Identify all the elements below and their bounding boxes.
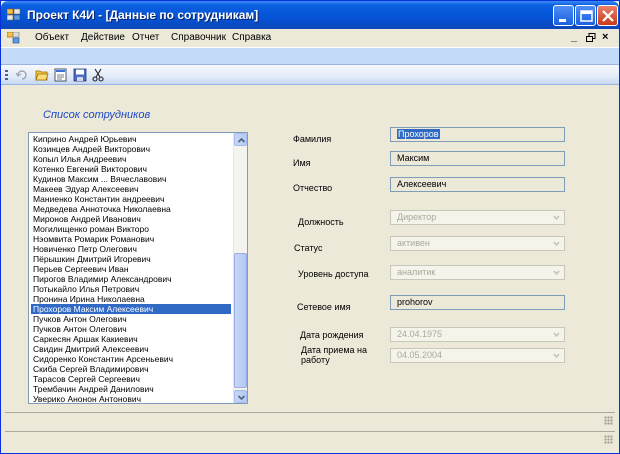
list-item[interactable]: Кудинов Максим ... Вячеславович (31, 174, 231, 184)
main-status-bar (5, 431, 615, 446)
surname-value: Прохоров (397, 129, 440, 139)
list-item[interactable]: Миронов Андрей Иванович (31, 214, 231, 224)
menu-bar: Объект Действие Отчет Справочник Справка… (1, 29, 619, 47)
list-item[interactable]: Медведева Анноточка Николаевна (31, 204, 231, 214)
maximize-icon (580, 10, 593, 22)
app-icon (7, 8, 21, 21)
close-icon (602, 10, 614, 22)
chevron-down-icon (553, 270, 560, 276)
patronymic-field[interactable]: Алексеевич (390, 177, 565, 192)
list-item[interactable]: Могилищенко роман Викторо (31, 224, 231, 234)
birth-date-label: Дата рождения (300, 330, 364, 340)
employee-listbox[interactable]: Киприно Андрей Юрьевич Козинцев Андрей Ви… (28, 132, 248, 404)
save-icon[interactable] (73, 68, 87, 82)
list-item[interactable]: Новиченко Петр Олегович (31, 244, 231, 254)
list-item[interactable]: Тарасов Сергей Сергеевич (31, 374, 231, 384)
status-select[interactable]: активен (390, 236, 565, 251)
child-size-grip[interactable] (604, 416, 613, 425)
menu-object[interactable]: Объект (35, 32, 69, 43)
patronymic-label: Отчество (293, 183, 333, 193)
chevron-down-icon (553, 332, 560, 338)
hire-date-label: Дата приема на работу (301, 345, 368, 365)
main-window: Проект К4И - [Данные по сотрудникам] Объ… (0, 0, 620, 454)
list-item[interactable]: Киприно Андрей Юрьевич (31, 134, 231, 144)
status-value: активен (397, 238, 430, 248)
access-level-label: Уровень доступа (298, 269, 369, 279)
hire-date-picker[interactable]: 04.05.2004 (390, 348, 565, 363)
surname-label: Фамилия (293, 134, 332, 144)
chevron-down-icon (553, 215, 560, 221)
list-item[interactable]: Сидоренко Константин Арсеньевич (31, 354, 231, 364)
list-item[interactable]: Козинцев Андрей Викторович (31, 144, 231, 154)
list-item[interactable]: Пучков Антон Олегович (31, 324, 231, 334)
list-item[interactable]: Пёрышкин Дмитрий Игоревич (31, 254, 231, 264)
list-item[interactable]: Потыкайло Илья Петрович (31, 284, 231, 294)
cut-icon[interactable] (91, 68, 105, 82)
list-item[interactable]: Макеев Эдуар Алексеевич (31, 184, 231, 194)
main-size-grip[interactable] (604, 435, 613, 444)
child-window-icon[interactable] (7, 32, 20, 44)
chevron-up-icon (237, 137, 246, 143)
list-item[interactable]: Прохоров Максим Алексеевич (31, 304, 231, 314)
scroll-down-button[interactable] (234, 390, 247, 403)
list-item[interactable]: Свидин Дмитрий Алексеевич (31, 344, 231, 354)
list-item[interactable]: Трембачин Андрей Данилович (31, 384, 231, 394)
list-item[interactable]: Пучков Антон Олегович (31, 314, 231, 324)
undo-icon[interactable] (15, 68, 29, 82)
position-value: Директор (397, 212, 437, 222)
window-title: Проект К4И - [Данные по сотрудникам] (27, 8, 259, 22)
menu-report[interactable]: Отчет (132, 32, 159, 43)
scroll-thumb[interactable] (234, 253, 247, 388)
minimize-button[interactable] (553, 5, 574, 26)
list-item[interactable]: Нэомвита Ромарик Романович (31, 234, 231, 244)
network-name-label: Сетевое имя (297, 302, 351, 312)
mdi-restore-button[interactable] (586, 31, 596, 46)
name-field[interactable]: Максим (390, 151, 565, 166)
access-level-value: аналитик (397, 267, 436, 277)
employee-list-title: Список сотрудников (43, 109, 151, 121)
maximize-button[interactable] (575, 5, 596, 26)
mdi-minimize-button[interactable]: _ (571, 31, 577, 43)
mdi-close-button[interactable]: × (602, 31, 608, 43)
chevron-down-icon (553, 241, 560, 247)
list-item[interactable]: Уверико Анонон Антонович (31, 394, 231, 403)
edit-form-icon[interactable] (54, 68, 68, 82)
list-item[interactable]: Перьев Сергеевич Иван (31, 264, 231, 274)
list-scrollbar[interactable] (233, 133, 247, 403)
toolbar (1, 65, 619, 85)
minimize-icon (559, 19, 566, 22)
network-name-field[interactable]: prohorov (390, 295, 565, 310)
access-level-select[interactable]: аналитик (390, 265, 565, 280)
title-bar[interactable]: Проект К4И - [Данные по сотрудникам] (1, 1, 619, 29)
list-item[interactable]: Котенко Евгений Викторович (31, 164, 231, 174)
menu-help[interactable]: Справка (232, 32, 271, 43)
birth-date-picker[interactable]: 24.04.1975 (390, 327, 565, 342)
hire-date-value: 04.05.2004 (397, 350, 443, 360)
list-item[interactable]: Пронина Ирина Николаевна (31, 294, 231, 304)
toolbar-band (1, 47, 619, 65)
name-label: Имя (293, 158, 311, 168)
list-item[interactable]: Скиба Сергей Владимирович (31, 364, 231, 374)
birth-date-value: 24.04.1975 (397, 329, 443, 339)
open-folder-icon[interactable] (35, 68, 49, 82)
list-item[interactable]: Маниенко Константин андреевич (31, 194, 231, 204)
menu-action[interactable]: Действие (81, 32, 125, 43)
scroll-up-button[interactable] (234, 133, 247, 146)
close-button[interactable] (597, 5, 618, 26)
child-status-bar (5, 412, 615, 427)
list-item[interactable]: Саркесян Аршак Какиевич (31, 334, 231, 344)
status-label: Статус (294, 243, 323, 253)
position-label: Должность (298, 217, 344, 227)
chevron-down-icon (553, 353, 560, 359)
toolbar-grip[interactable] (5, 70, 8, 81)
restore-icon (586, 33, 596, 42)
surname-field[interactable]: Прохоров (390, 127, 565, 142)
list-item[interactable]: Пирогов Владимир Александрович (31, 274, 231, 284)
menu-reference[interactable]: Справочник (171, 32, 226, 43)
position-select[interactable]: Директор (390, 210, 565, 225)
chevron-down-icon (237, 395, 246, 401)
list-item[interactable]: Копыл Илья Андреевич (31, 154, 231, 164)
